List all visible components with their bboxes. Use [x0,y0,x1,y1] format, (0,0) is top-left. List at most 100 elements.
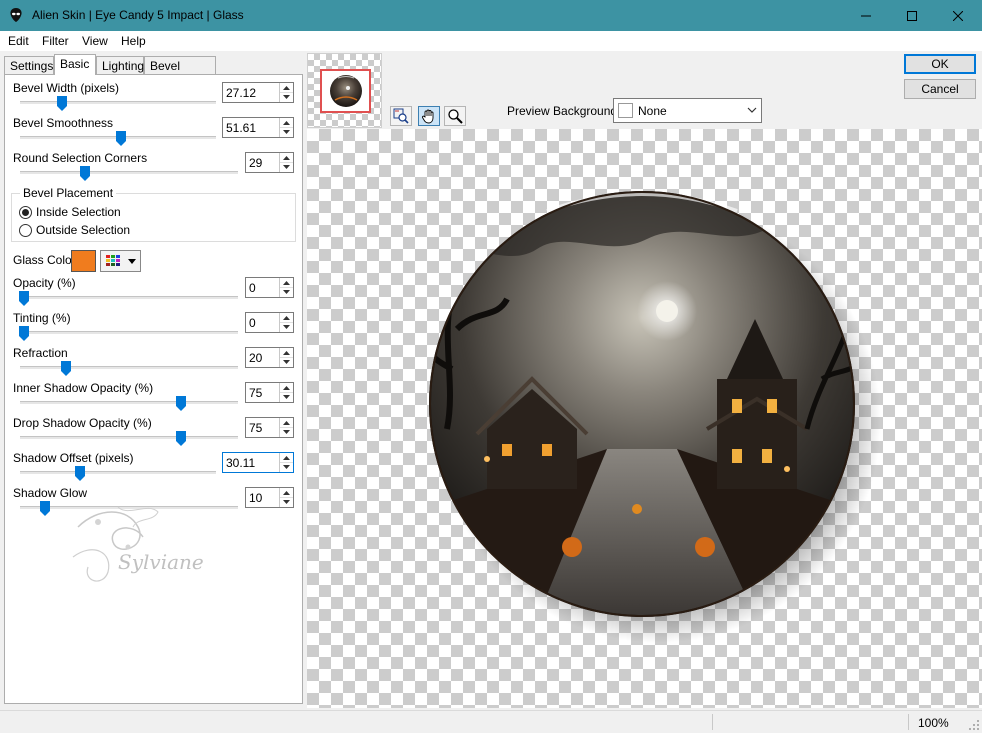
refraction-input[interactable] [246,348,280,367]
spin-down-icon[interactable] [280,322,293,331]
hand-icon [422,109,434,124]
spin-down-icon[interactable] [280,287,293,296]
spin-down-icon[interactable] [280,357,293,366]
refraction-thumb[interactable] [61,361,71,376]
minimize-button[interactable] [843,0,889,31]
spin-up-icon[interactable] [280,348,293,357]
drop-shadow-input[interactable] [246,418,280,437]
spin-up-icon[interactable] [280,153,293,162]
round-corners-input[interactable] [246,153,280,172]
opacity-input[interactable] [246,278,280,297]
navigator-thumbnail[interactable] [307,53,382,128]
spin-up-icon[interactable] [280,313,293,322]
spin-up-icon[interactable] [280,83,293,92]
zoom-fit-icon [393,108,409,124]
color-picker-button[interactable] [100,250,141,272]
ok-button[interactable]: OK [904,54,976,74]
bevel-width-thumb[interactable] [57,96,67,111]
tinting-slider[interactable] [20,331,238,334]
zoom-tool-button[interactable] [444,106,466,126]
spin-up-icon[interactable] [280,118,293,127]
bevel-smoothness-label: Bevel Smoothness [13,116,114,130]
tab-settings[interactable]: Settings [4,56,54,75]
bevel-width-spinner[interactable] [222,82,294,103]
round-corners-slider[interactable] [20,171,238,174]
shadow-offset-spinner[interactable] [222,452,294,473]
resize-grip-icon[interactable] [968,719,980,731]
inner-shadow-input[interactable] [246,383,280,402]
drop-shadow-spinner[interactable] [245,417,294,438]
inside-selection-radio[interactable] [19,206,32,219]
menu-help[interactable]: Help [121,34,146,48]
inside-selection-label[interactable]: Inside Selection [36,205,121,219]
tab-lighting[interactable]: Lighting [96,56,144,75]
spin-down-icon[interactable] [280,127,293,136]
opacity-thumb[interactable] [19,291,29,306]
shadow-offset-label: Shadow Offset (pixels) [13,451,134,465]
refraction-slider[interactable] [20,366,238,369]
spin-down-icon[interactable] [280,392,293,401]
spin-up-icon[interactable] [280,418,293,427]
bevel-smoothness-spinner[interactable] [222,117,294,138]
bevel-smoothness-input[interactable] [223,118,280,137]
preview-background-select[interactable]: None [613,98,762,123]
navigator-viewport-frame[interactable] [320,69,371,113]
drop-shadow-slider[interactable] [20,436,238,439]
title-bar: Alien Skin | Eye Candy 5 Impact | Glass [0,0,982,31]
shadow-glow-input[interactable] [246,488,280,507]
spin-down-icon[interactable] [280,92,293,101]
spin-down-icon[interactable] [280,497,293,506]
spin-up-icon[interactable] [280,488,293,497]
status-separator [712,714,713,730]
shadow-offset-input[interactable] [223,453,280,472]
spin-down-icon[interactable] [280,162,293,171]
inner-shadow-thumb[interactable] [176,396,186,411]
opacity-slider[interactable] [20,296,238,299]
tinting-thumb[interactable] [19,326,29,341]
shadow-offset-slider[interactable] [20,471,216,474]
spin-up-icon[interactable] [280,278,293,287]
tinting-spinner[interactable] [245,312,294,333]
maximize-button[interactable] [889,0,935,31]
tinting-input[interactable] [246,313,280,332]
spin-down-icon[interactable] [280,462,293,471]
bevel-width-slider[interactable] [20,101,216,104]
spin-up-icon[interactable] [280,453,293,462]
outside-selection-label[interactable]: Outside Selection [36,223,130,237]
inner-shadow-spinner[interactable] [245,382,294,403]
outside-selection-radio[interactable] [19,224,32,237]
chevron-down-icon [747,107,757,113]
inner-shadow-slider[interactable] [20,401,238,404]
shadow-glow-thumb[interactable] [40,501,50,516]
cancel-button[interactable]: Cancel [904,79,976,99]
hand-tool-button[interactable] [418,106,440,126]
spin-up-icon[interactable] [280,383,293,392]
tab-basic[interactable]: Basic [54,54,96,75]
refraction-spinner[interactable] [245,347,294,368]
maximize-icon [907,10,917,21]
tab-bevel-profile[interactable]: Bevel Profile [144,56,216,87]
glass-color-swatch[interactable] [71,250,96,272]
preview-thumbnail-image [329,75,362,107]
menu-filter[interactable]: Filter [42,34,69,48]
alien-skin-app-icon [10,8,22,22]
window-title: Alien Skin | Eye Candy 5 Impact | Glass [32,8,244,22]
menu-view[interactable]: View [82,34,108,48]
opacity-spinner[interactable] [245,277,294,298]
menu-edit[interactable]: Edit [8,34,29,48]
glass-color-label: Glass Color [13,253,76,267]
shadow-offset-thumb[interactable] [75,466,85,481]
close-button[interactable] [935,0,981,31]
zoom-fit-button[interactable] [390,106,412,126]
shadow-glow-spinner[interactable] [245,487,294,508]
spin-down-icon[interactable] [280,427,293,436]
bevel-smoothness-thumb[interactable] [116,131,126,146]
round-corners-spinner[interactable] [245,152,294,173]
preview-canvas[interactable] [307,129,982,708]
drop-shadow-label: Drop Shadow Opacity (%) [13,416,152,430]
drop-shadow-thumb[interactable] [176,431,186,446]
svg-text:Sylviane: Sylviane [118,550,204,574]
round-corners-thumb[interactable] [80,166,90,181]
tinting-label: Tinting (%) [13,311,71,325]
bevel-width-input[interactable] [223,83,280,102]
